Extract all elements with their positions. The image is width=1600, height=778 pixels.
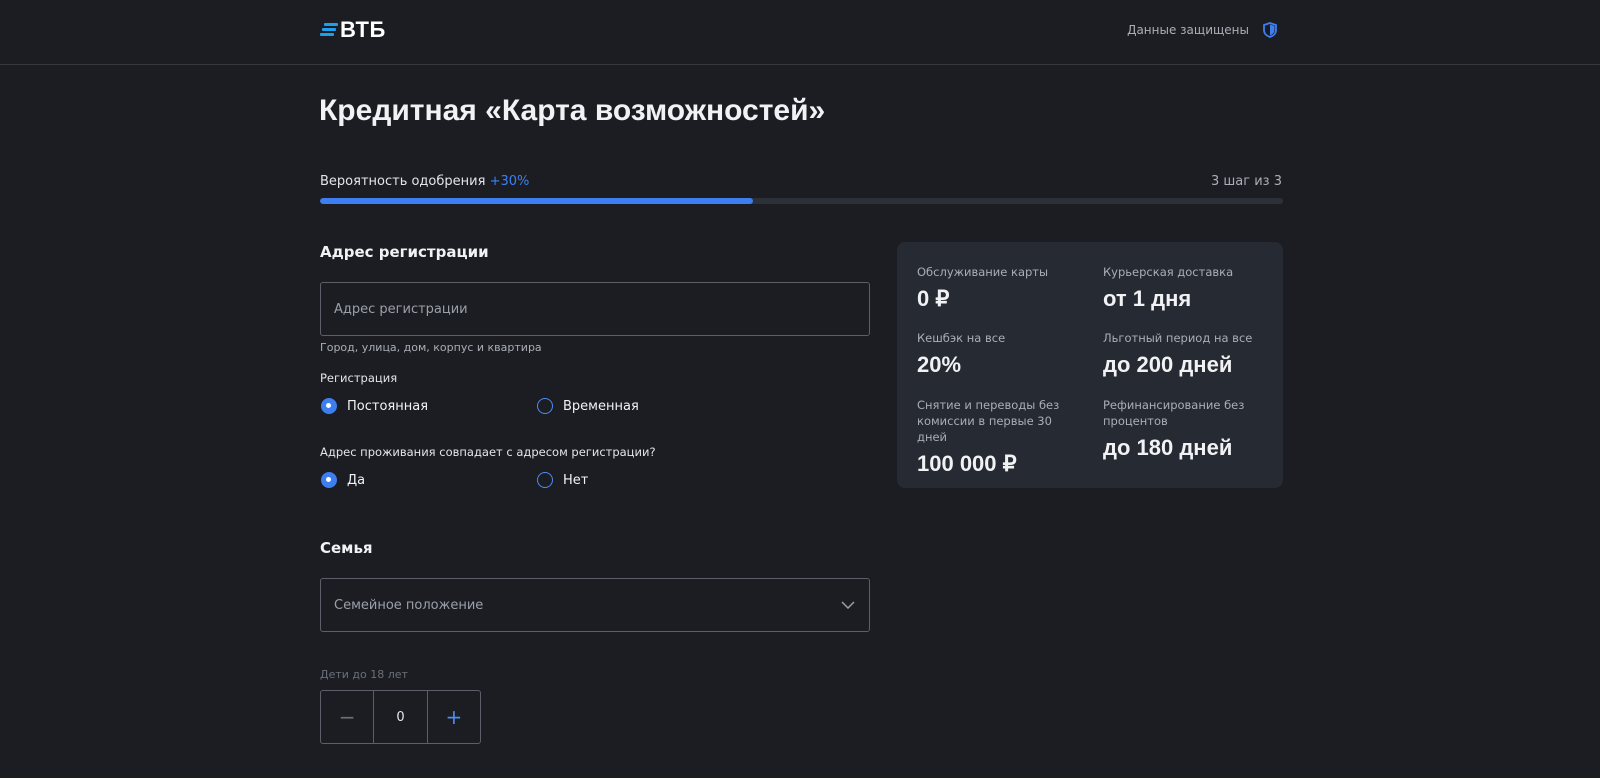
benefit-value: до 180 дней [1103,435,1233,460]
increment-button[interactable]: + [428,691,480,743]
benefit-item: Курьерская доставка от 1 дня [1103,264,1271,312]
address-hint: Город, улица, дом, корпус и квартира [320,341,542,354]
address-section-title: Адрес регистрации [320,243,489,261]
address-field[interactable] [320,282,870,336]
radio-temporary[interactable]: Временная [537,398,639,414]
benefit-value: до 200 дней [1103,352,1233,377]
children-count[interactable]: 0 [373,691,428,743]
benefit-value: от 1 дня [1103,286,1192,311]
radio-label: Нет [563,472,589,488]
registration-label: Регистрация [320,371,398,385]
children-label: Дети до 18 лет [320,668,408,681]
benefit-item: Рефинансирование без процентов до 180 дн… [1103,397,1271,461]
benefit-value: 20% [917,352,962,377]
benefit-label: Снятие и переводы без комиссии в первые … [917,398,1060,444]
approval-probability: Вероятность одобрения +30% [320,174,529,189]
vtb-logo-icon [320,23,338,37]
approval-bonus: +30% [489,174,530,189]
top-header: ВТБ Данные защищены [0,0,1600,65]
chevron-down-icon [841,601,855,609]
benefit-item: Льготный период на все до 200 дней [1103,330,1271,378]
radio-label: Временная [563,398,639,414]
benefit-item: Кешбэк на все 20% [917,330,1085,378]
benefit-label: Рефинансирование без процентов [1103,398,1245,428]
radio-unchecked-icon [537,398,553,414]
progress-bar [320,198,1283,204]
radio-no[interactable]: Нет [537,472,588,488]
step-counter: 3 шаг из 3 [1211,174,1282,189]
benefit-item: Снятие и переводы без комиссии в первые … [917,397,1085,477]
radio-permanent[interactable]: Постоянная [321,398,428,414]
same-address-label: Адрес проживания совпадает с адресом рег… [320,445,656,459]
radio-label: Да [347,472,366,488]
benefit-value: 100 000 ₽ [917,451,1017,476]
secure-label: Данные защищены [1127,23,1249,37]
radio-unchecked-icon [537,472,553,488]
marital-status-placeholder: Семейное положение [334,597,484,613]
data-secure-notice: Данные защищены [1127,22,1277,38]
progress-bar-fill [320,198,754,204]
decrement-button[interactable]: − [321,691,373,743]
benefit-label: Обслуживание карты [917,265,1049,279]
benefit-value: 0 ₽ [917,286,950,311]
page-title: Кредитная «Карта возможностей» [319,94,826,127]
benefit-label: Курьерская доставка [1103,265,1234,279]
benefits-card: Обслуживание карты 0 ₽ Курьерская достав… [897,242,1283,488]
radio-checked-icon [321,472,337,488]
approval-label: Вероятность одобрения [320,174,486,189]
family-section-title: Семья [320,539,373,557]
radio-label: Постоянная [347,398,429,414]
children-stepper: − 0 + [320,690,481,744]
address-input[interactable] [321,283,869,335]
vtb-logo[interactable]: ВТБ [320,17,386,42]
benefit-label: Кешбэк на все [917,331,1006,345]
shield-icon [1263,22,1277,38]
benefit-item: Обслуживание карты 0 ₽ [917,264,1085,312]
benefit-label: Льготный период на все [1103,331,1253,345]
radio-yes[interactable]: Да [321,472,365,488]
radio-checked-icon [321,398,337,414]
marital-status-select[interactable]: Семейное положение [320,578,870,632]
logo-text: ВТБ [340,17,386,42]
